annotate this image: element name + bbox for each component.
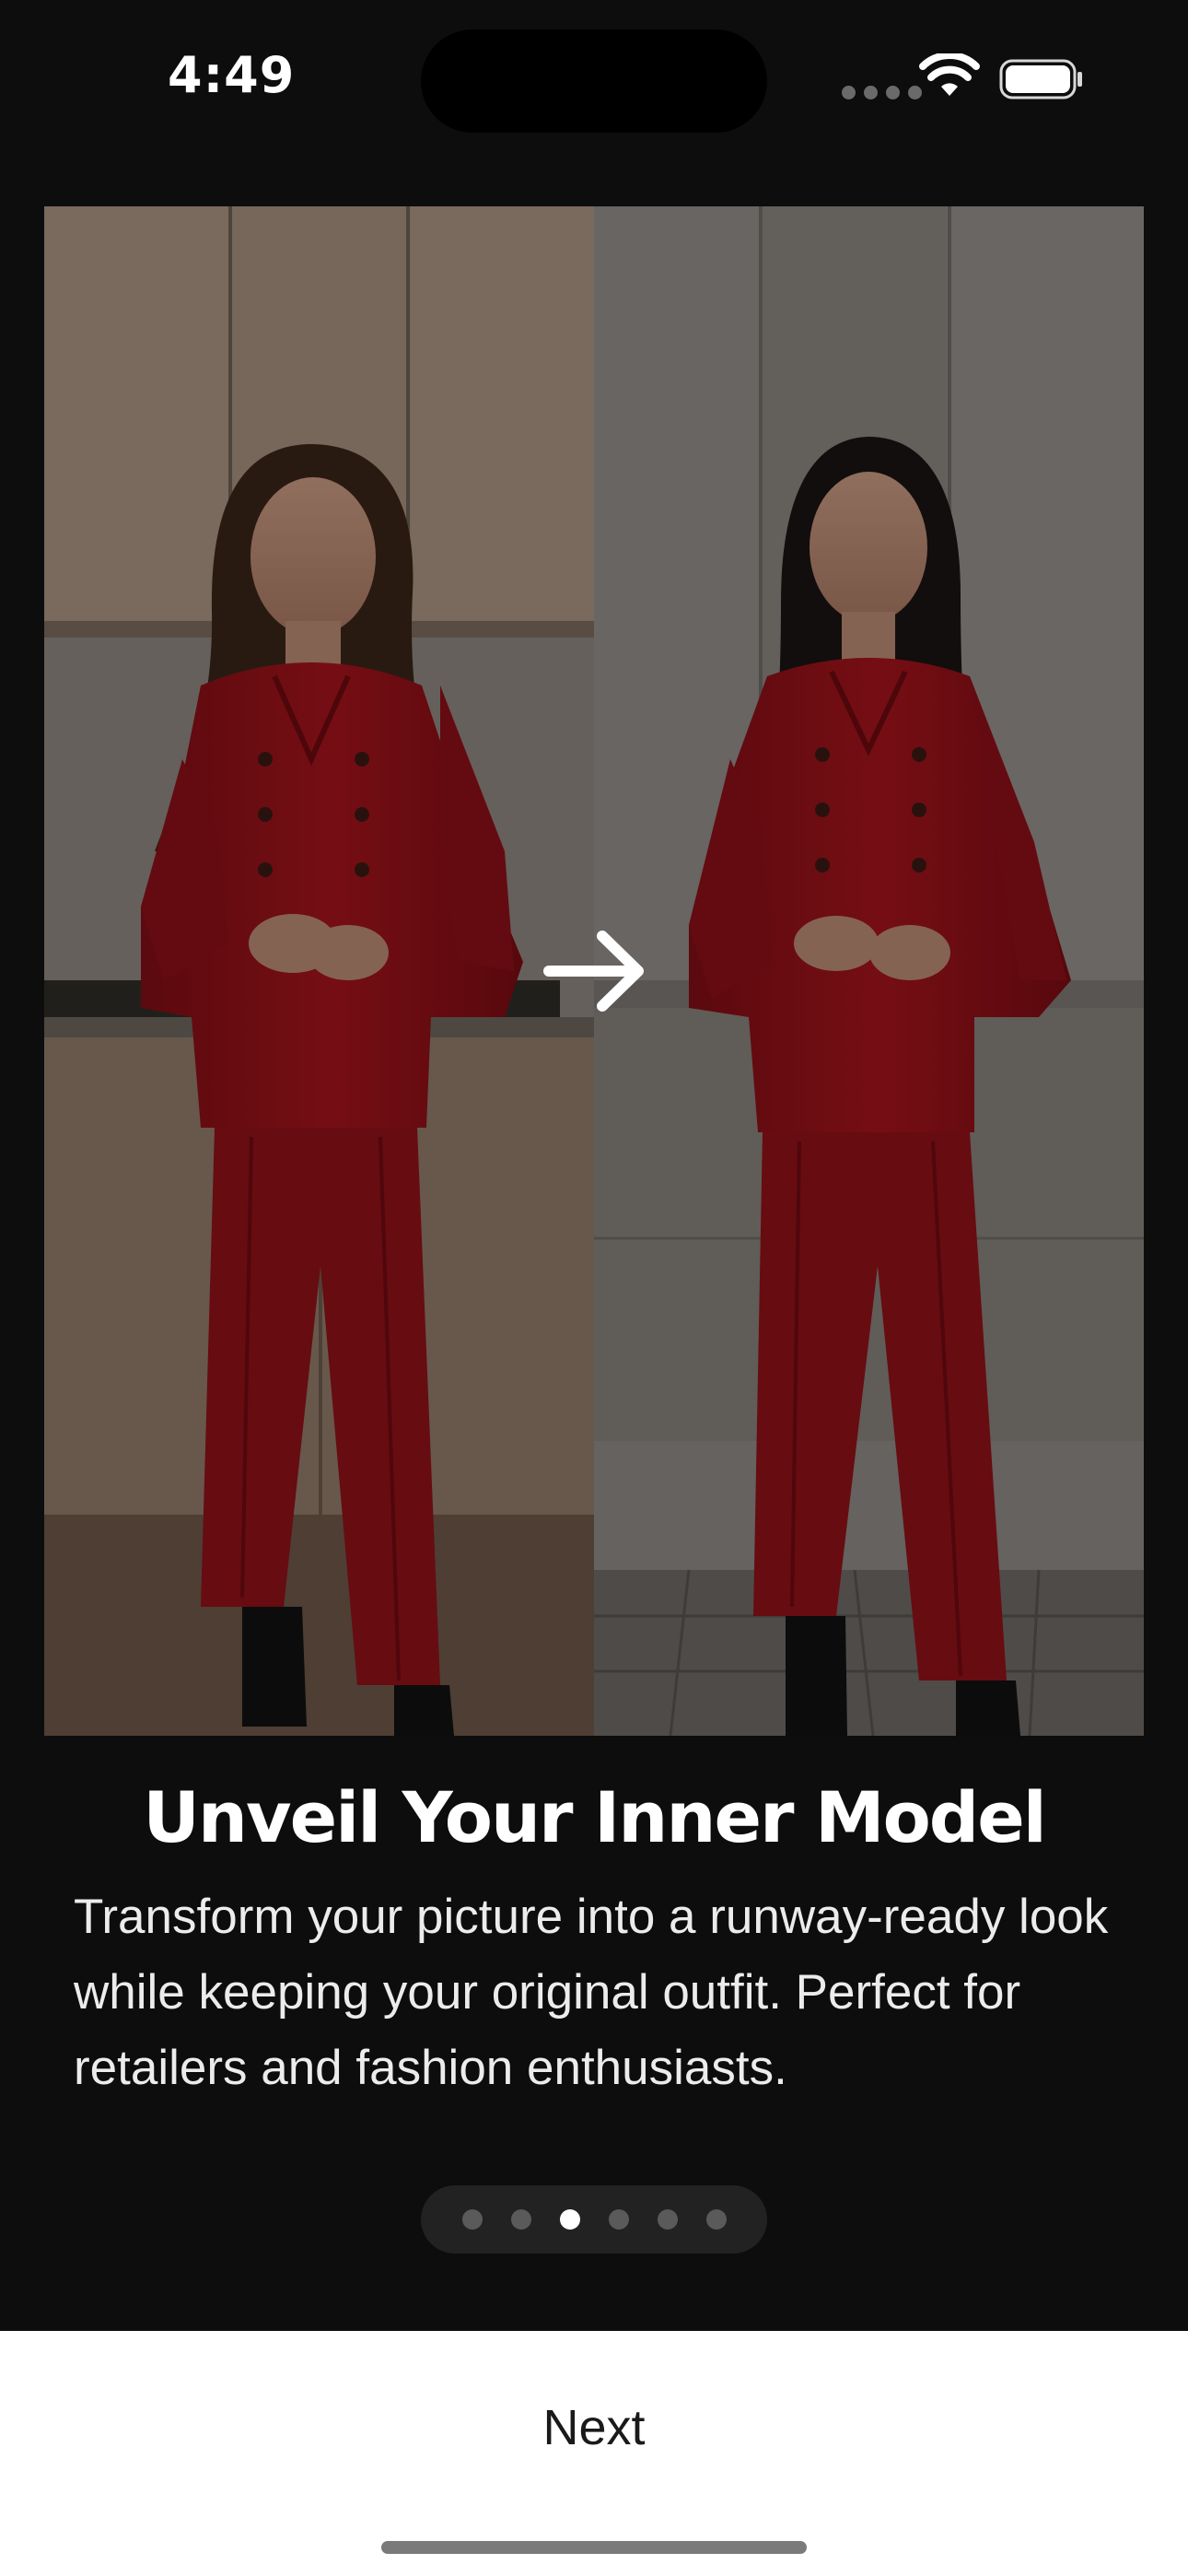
dynamic-island [421, 29, 767, 133]
page-dot-2[interactable] [510, 2209, 531, 2230]
cellular-signal-icon [842, 86, 922, 100]
battery-icon [999, 59, 1082, 100]
wifi-icon [919, 53, 980, 96]
home-indicator[interactable] [381, 2541, 807, 2554]
page-indicator[interactable] [421, 2185, 767, 2254]
onboarding-title: Unveil Your Inner Model [143, 1776, 1047, 1858]
status-time: 4:49 [168, 46, 296, 104]
page-dot-1[interactable] [461, 2209, 483, 2230]
page-dot-5[interactable] [657, 2209, 678, 2230]
next-button[interactable]: Next [410, 2377, 778, 2478]
page-dot-6[interactable] [705, 2209, 727, 2230]
page-dot-4[interactable] [608, 2209, 629, 2230]
onboarding-description: Transform your picture into a runway-rea… [74, 1890, 1109, 2095]
page-dot-3[interactable] [559, 2209, 580, 2230]
before-after-image [44, 206, 1144, 1736]
